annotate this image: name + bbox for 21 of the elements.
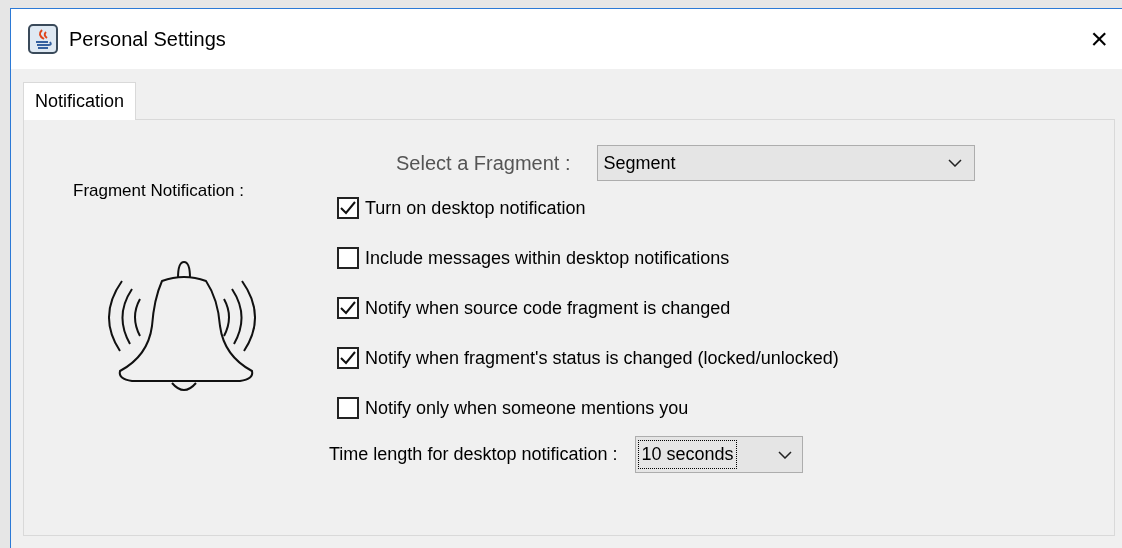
checkbox-label: Notify when source code fragment is changed xyxy=(365,296,731,320)
checkbox[interactable] xyxy=(337,347,359,369)
chevron-icon xyxy=(778,450,793,459)
fragment-label: Select a Fragment : xyxy=(396,151,571,176)
window-title: Personal Settings xyxy=(69,27,226,52)
chevron-icon xyxy=(947,159,962,167)
duration-dropdown[interactable]: 10 seconds xyxy=(635,436,804,473)
checkbox-label: Notify only when someone mentions you xyxy=(365,396,689,420)
duration-label: Time length for desktop notification : xyxy=(329,443,618,466)
checkbox-label: Include messages within desktop notifications xyxy=(365,246,730,270)
app-icon xyxy=(28,24,58,54)
checkbox-label: Turn on desktop notification xyxy=(365,196,586,220)
checkbox-label: Notify when fragment's status is changed (locked/unlocked) xyxy=(365,346,839,370)
checkbox[interactable] xyxy=(337,247,359,269)
fragment-dropdown[interactable]: Segment xyxy=(596,145,975,181)
section-label: Fragment Notification : xyxy=(73,180,245,202)
checkbox[interactable] xyxy=(337,297,359,319)
tab[interactable]: Notification xyxy=(23,82,137,120)
checkbox[interactable] xyxy=(337,197,359,219)
checkbox[interactable] xyxy=(337,397,359,419)
close-button[interactable]: × xyxy=(1086,24,1112,54)
